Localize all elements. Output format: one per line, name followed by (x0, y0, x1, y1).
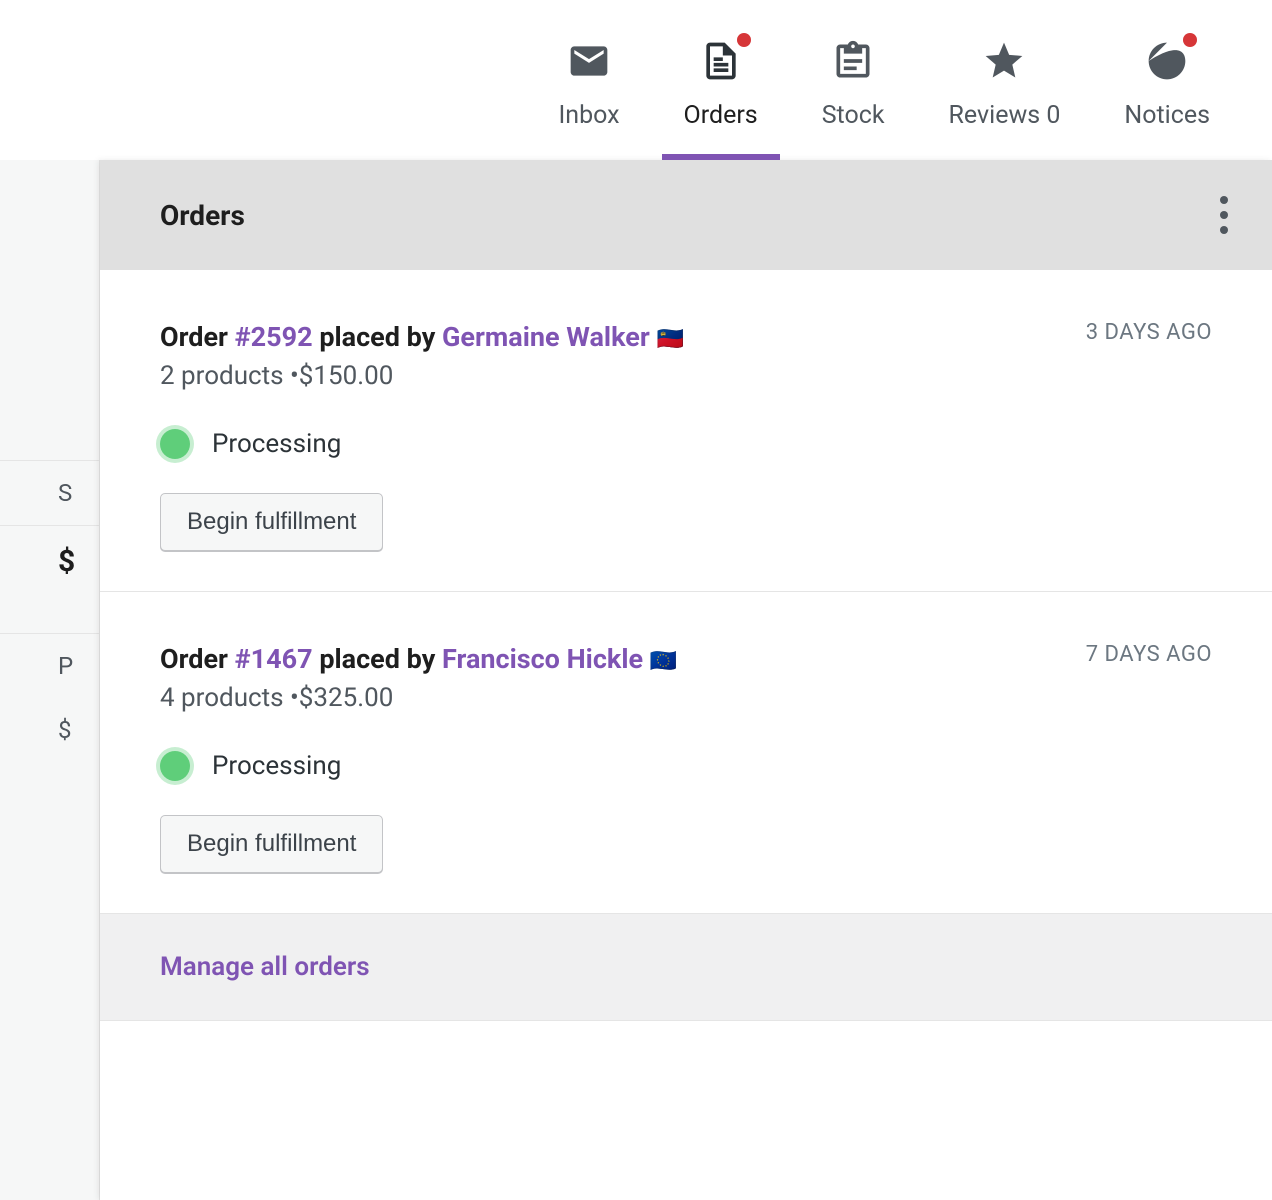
order-status: Processing (212, 429, 341, 459)
order-number-link[interactable]: #2592 (235, 321, 313, 353)
more-options-icon[interactable] (1210, 186, 1238, 244)
order-status-row: Processing (160, 429, 1212, 459)
order-card: Order #1467 placed by Francisco Hickle 🇪… (100, 592, 1272, 914)
manage-all-orders-link[interactable]: Manage all orders (160, 952, 370, 982)
wordpress-icon (1145, 39, 1189, 87)
status-dot-icon (160, 751, 190, 781)
order-title: Order #1467 placed by Francisco Hickle 🇪… (160, 642, 677, 677)
envelope-icon (567, 39, 611, 87)
star-icon (982, 39, 1026, 87)
order-timestamp: 7 DAYS AGO (1086, 642, 1212, 667)
tab-label: Reviews 0 (949, 101, 1061, 130)
order-middle: placed by (313, 643, 442, 675)
order-customer-link[interactable]: Francisco Hickle (442, 643, 643, 675)
panel-title: Orders (160, 199, 245, 232)
lower-area: S $ P $ Orders Order #2592 placed by Ger… (0, 160, 1272, 1200)
bg-label: P (0, 633, 99, 698)
tab-stock[interactable]: Stock (790, 0, 917, 160)
tab-inbox[interactable]: Inbox (526, 0, 651, 160)
tab-label: Orders (684, 101, 758, 130)
panel-footer: Manage all orders (100, 914, 1272, 1021)
order-header-row: Order #1467 placed by Francisco Hickle 🇪… (160, 642, 1212, 713)
orders-panel: Orders Order #2592 placed by Germaine Wa… (100, 160, 1272, 1200)
page-icon (699, 39, 743, 87)
order-customer-link[interactable]: Germaine Walker (442, 321, 650, 353)
order-card: Order #2592 placed by Germaine Walker 🇱🇮… (100, 270, 1272, 592)
order-status: Processing (212, 751, 341, 781)
order-number-link[interactable]: #1467 (235, 643, 313, 675)
order-timestamp: 3 DAYS AGO (1086, 320, 1212, 345)
tab-orders[interactable]: Orders (652, 0, 790, 160)
background-panel-sliver: S $ P $ (0, 160, 100, 1200)
flag-icon: 🇱🇮 (656, 327, 683, 352)
begin-fulfillment-button[interactable]: Begin fulfillment (160, 493, 383, 551)
order-prefix: Order (160, 321, 235, 353)
panel-header: Orders (100, 160, 1272, 270)
tab-label: Notices (1124, 101, 1210, 130)
flag-icon: 🇪🇺 (650, 649, 677, 674)
order-header-row: Order #2592 placed by Germaine Walker 🇱🇮… (160, 320, 1212, 391)
bg-value: $ (0, 698, 99, 762)
top-tabs: Inbox Orders Stock Reviews 0 Notices (0, 0, 1272, 160)
tab-notices[interactable]: Notices (1092, 0, 1242, 160)
bg-value: $ (0, 525, 99, 597)
order-middle: placed by (313, 321, 442, 353)
tab-label: Stock (822, 101, 885, 130)
status-dot-icon (160, 429, 190, 459)
notification-dot-icon (737, 33, 751, 47)
tab-reviews[interactable]: Reviews 0 (917, 0, 1093, 160)
order-status-row: Processing (160, 751, 1212, 781)
order-prefix: Order (160, 643, 235, 675)
tab-label: Inbox (558, 101, 619, 130)
order-summary: 4 products •$325.00 (160, 683, 677, 713)
clipboard-icon (831, 39, 875, 87)
notification-dot-icon (1183, 33, 1197, 47)
order-summary: 2 products •$150.00 (160, 361, 684, 391)
bg-label: S (0, 460, 99, 525)
order-title: Order #2592 placed by Germaine Walker 🇱🇮 (160, 320, 684, 355)
begin-fulfillment-button[interactable]: Begin fulfillment (160, 815, 383, 873)
